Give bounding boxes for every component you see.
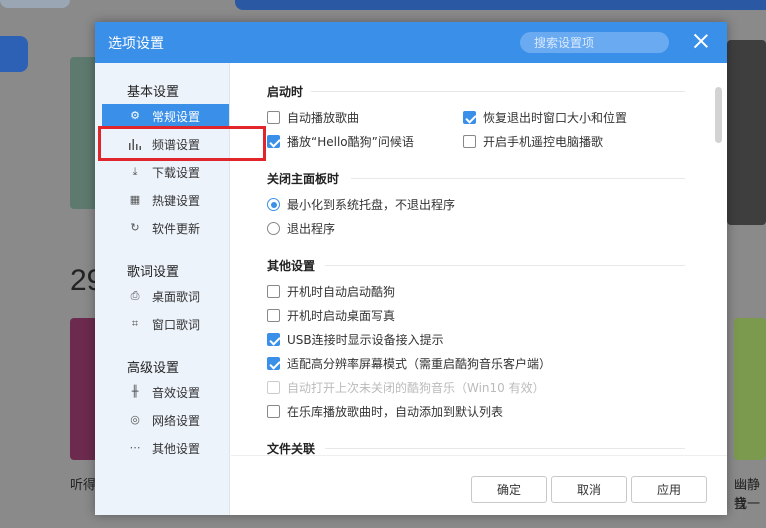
sidebar-item-label: 常规设置 (152, 109, 201, 124)
option-label: 开启手机遥控电脑播歌 (483, 135, 604, 149)
background-top-tab (0, 0, 70, 8)
more-icon: ⋯ (129, 441, 141, 454)
sidebar-item-label: 网络设置 (152, 413, 201, 428)
sidebar-item-audio-effects[interactable]: ╫ 音效设置 (102, 380, 229, 404)
option-hello-greeting[interactable]: 播放“Hello酷狗”问候语 (267, 133, 414, 150)
group-title-lyrics: 歌词设置 (127, 265, 180, 280)
close-icon[interactable] (693, 33, 709, 49)
scrollbar-thumb[interactable] (715, 87, 722, 143)
keyboard-icon: ▦ (129, 193, 141, 206)
section-divider (325, 448, 685, 449)
equalizer-icon: ╫ (131, 385, 139, 398)
option-autostart[interactable]: 开机时自动启动酷狗 (267, 283, 395, 300)
background-top-bar (235, 0, 766, 10)
radio-button[interactable] (267, 222, 280, 235)
sidebar-item-network[interactable]: ◎ 网络设置 (102, 408, 229, 432)
background-caption: 听得 (70, 478, 97, 493)
network-icon: ◎ (130, 413, 140, 426)
option-label: 在乐库播放歌曲时，自动添加到默认列表 (287, 405, 504, 419)
option-exit-program[interactable]: 退出程序 (267, 220, 335, 237)
background-thumbnail (734, 318, 766, 460)
dialog-title: 选项设置 (108, 35, 164, 52)
section-title-startup: 启动时 (267, 85, 304, 99)
group-title-basic: 基本设置 (127, 85, 180, 100)
dialog-footer: 确定 取消 应用 (231, 455, 727, 515)
sidebar-item-window-lyrics[interactable]: ⌗ 窗口歌词 (102, 312, 229, 336)
checkbox[interactable] (267, 357, 280, 370)
option-label: USB连接时显示设备接入提示 (287, 333, 444, 347)
option-usb-prompt[interactable]: USB连接时显示设备接入提示 (267, 331, 444, 348)
option-minimize-to-tray[interactable]: 最小化到系统托盘，不退出程序 (267, 196, 455, 213)
scrollbar[interactable] (715, 63, 723, 455)
sidebar-item-label: 下载设置 (152, 165, 201, 180)
checkbox[interactable] (267, 405, 280, 418)
background-side-button (0, 36, 28, 72)
section-title-other: 其他设置 (267, 259, 316, 273)
checkbox[interactable] (267, 111, 280, 124)
checkbox[interactable] (267, 135, 280, 148)
sidebar-item-label: 桌面歌词 (152, 289, 201, 304)
option-label: 最小化到系统托盘，不退出程序 (287, 198, 456, 212)
sidebar-item-update[interactable]: ↻ 软件更新 (102, 216, 229, 240)
option-high-dpi[interactable]: 适配高分辨率屏幕模式（需重启酷狗音乐客户端） (267, 355, 551, 372)
download-icon: ⤓ (132, 165, 138, 178)
section-divider (325, 265, 685, 266)
option-autoplay[interactable]: 自动播放歌曲 (267, 109, 359, 126)
ok-button[interactable]: 确定 (471, 476, 547, 503)
option-auto-add-default[interactable]: 在乐库播放歌曲时，自动添加到默认列表 (267, 403, 503, 420)
checkbox (267, 381, 280, 394)
option-label: 自动播放歌曲 (287, 111, 360, 125)
sidebar-item-desktop-lyrics[interactable]: ⎙ 桌面歌词 (102, 284, 229, 308)
dialog-titlebar[interactable]: 选项设置 搜索设置项 (95, 22, 727, 63)
checkbox[interactable] (267, 309, 280, 322)
option-reopen-last: 自动打开上次未关闭的酷狗音乐（Win10 有效） (267, 379, 545, 396)
checkbox[interactable] (463, 111, 476, 124)
settings-content: 启动时 自动播放歌曲 恢复退出时窗口大小和位置 播放“Hello酷狗”问候语 开… (231, 63, 727, 455)
background-caption: 找一 (734, 497, 761, 512)
sidebar-item-label: 热键设置 (152, 193, 201, 208)
option-label: 退出程序 (287, 222, 336, 236)
sidebar-item-hotkey[interactable]: ▦ 热键设置 (102, 188, 229, 212)
option-label: 恢复退出时窗口大小和位置 (483, 111, 628, 125)
section-title-close-panel: 关闭主面板时 (267, 172, 340, 186)
cancel-button[interactable]: 取消 (551, 476, 627, 503)
sidebar-item-label: 窗口歌词 (152, 317, 201, 332)
section-title-file-assoc: 文件关联 (267, 442, 316, 455)
section-divider (311, 91, 685, 92)
background-thumbnail (70, 318, 98, 460)
gear-icon: ⚙ (130, 109, 140, 122)
background-thumbnail (727, 40, 766, 225)
window-lyrics-icon: ⌗ (131, 317, 139, 330)
sidebar-item-download[interactable]: ⤓ 下载设置 (102, 160, 229, 184)
search-input[interactable]: 搜索设置项 (520, 32, 669, 53)
checkbox[interactable] (267, 333, 280, 346)
sidebar-item-label: 软件更新 (152, 221, 201, 236)
option-phone-remote[interactable]: 开启手机遥控电脑播歌 (463, 133, 603, 150)
apply-button[interactable]: 应用 (631, 476, 707, 503)
sidebar-item-label: 其他设置 (152, 441, 201, 456)
group-title-advanced: 高级设置 (127, 361, 180, 376)
option-label: 自动打开上次未关闭的酷狗音乐（Win10 有效） (287, 381, 545, 395)
option-label: 播放“Hello酷狗”问候语 (287, 135, 414, 149)
option-restore-window[interactable]: 恢复退出时窗口大小和位置 (463, 109, 627, 126)
sidebar-item-other[interactable]: ⋯ 其他设置 (102, 436, 229, 460)
checkbox[interactable] (267, 285, 280, 298)
option-label: 开机时启动桌面写真 (287, 309, 396, 323)
sidebar-item-general[interactable]: ⚙ 常规设置 (102, 104, 229, 128)
option-label: 开机时自动启动酷狗 (287, 285, 396, 299)
radio-button[interactable] (267, 198, 280, 211)
settings-dialog: 选项设置 搜索设置项 基本设置 ⚙ 常规设置 频谱设置 ⤓ 下载设置 ▦ 热键设… (95, 22, 727, 515)
background-thumbnail (70, 57, 98, 209)
checkbox[interactable] (463, 135, 476, 148)
desktop-lyrics-icon: ⎙ (130, 289, 140, 302)
update-icon: ↻ (130, 221, 140, 234)
section-divider (351, 178, 685, 179)
option-desktop-photo[interactable]: 开机时启动桌面写真 (267, 307, 395, 324)
option-label: 适配高分辨率屏幕模式（需重启酷狗音乐客户端） (287, 357, 552, 371)
sidebar-item-label: 音效设置 (152, 385, 201, 400)
